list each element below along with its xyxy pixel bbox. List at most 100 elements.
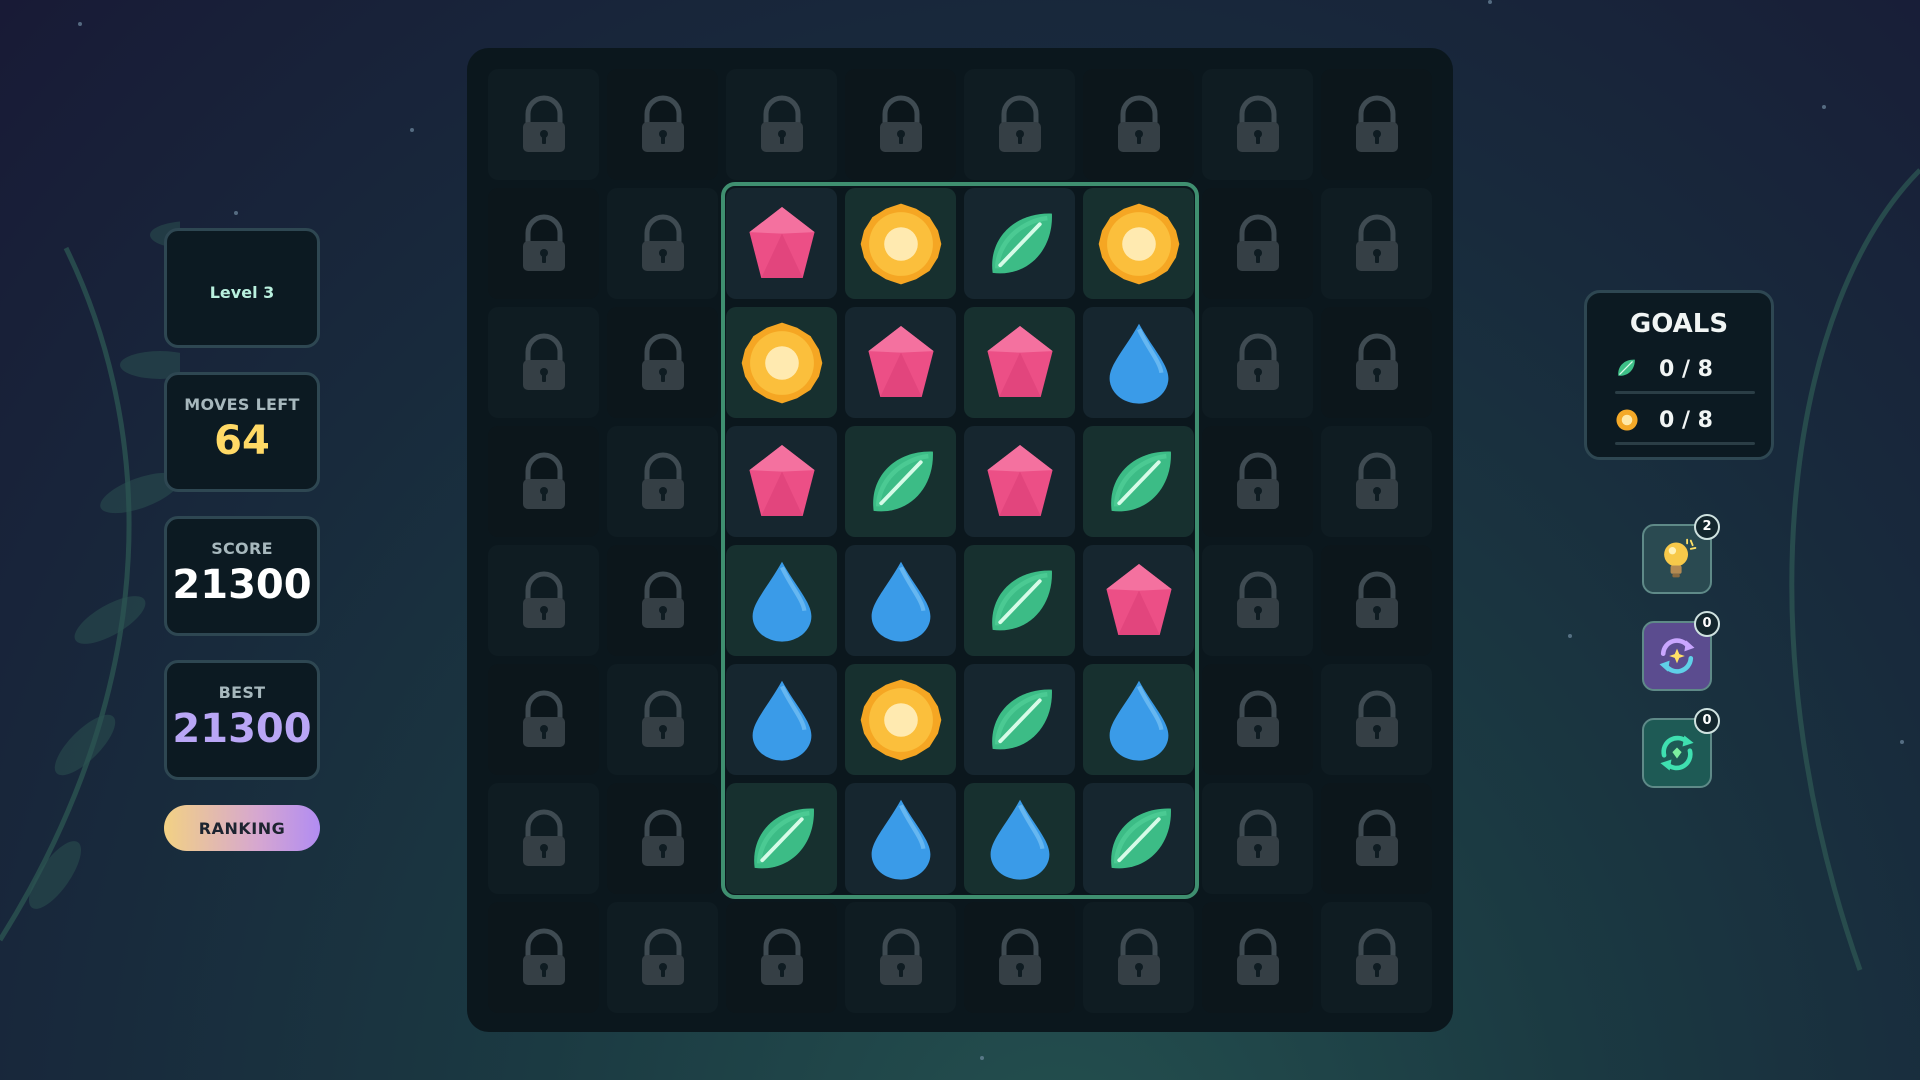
swap-booster[interactable]: 0 (1642, 611, 1720, 691)
locked-tile (488, 307, 599, 418)
locked-tile (607, 69, 718, 180)
locked-tile (607, 783, 718, 894)
padlock-icon (1233, 94, 1283, 156)
star-dot (1900, 740, 1904, 744)
locked-tile (488, 783, 599, 894)
locked-tile (607, 902, 718, 1013)
locked-tile (845, 902, 956, 1013)
goals-title: GOALS (1629, 309, 1729, 339)
goal-divider (1615, 391, 1755, 394)
locked-tile (1202, 69, 1313, 180)
coin-gem-icon (1616, 409, 1638, 431)
goal-leaf-text: 0 / 8 (1659, 357, 1713, 382)
locked-tile (726, 902, 837, 1013)
padlock-icon (519, 808, 569, 870)
moves-value: 64 (214, 418, 270, 464)
level-card: Level 3 (164, 228, 320, 348)
vine-decoration-right (1789, 168, 1920, 971)
locked-tile (1202, 188, 1313, 299)
score-value: 21300 (172, 562, 312, 608)
locked-tile (1202, 664, 1313, 775)
padlock-icon (1352, 213, 1402, 275)
padlock-icon (519, 451, 569, 513)
padlock-icon (1114, 927, 1164, 989)
booster-count-badge: 0 (1694, 611, 1720, 637)
padlock-icon (876, 927, 926, 989)
locked-tile (1321, 307, 1432, 418)
locked-tile (1083, 902, 1194, 1013)
refresh-icon (1660, 735, 1694, 771)
best-card: BEST 21300 (164, 660, 320, 780)
best-label: BEST (218, 683, 266, 702)
padlock-icon (1352, 808, 1402, 870)
locked-tile (1202, 783, 1313, 894)
padlock-icon (1233, 451, 1283, 513)
padlock-icon (995, 94, 1045, 156)
star-dot (78, 22, 82, 26)
locked-tile (1202, 545, 1313, 656)
padlock-icon (1352, 94, 1402, 156)
moves-card: MOVES LEFT 64 (164, 372, 320, 492)
ranking-button[interactable]: RANKING (164, 805, 320, 851)
star-dot (1822, 105, 1826, 109)
locked-tile (607, 545, 718, 656)
padlock-icon (1352, 332, 1402, 394)
goal-divider (1615, 442, 1755, 445)
padlock-icon (519, 570, 569, 632)
padlock-icon (638, 927, 688, 989)
padlock-icon (1233, 332, 1283, 394)
padlock-icon (1352, 689, 1402, 751)
moves-label: MOVES LEFT (184, 395, 300, 414)
swap-arrows-icon (1659, 638, 1695, 674)
padlock-icon (519, 213, 569, 275)
locked-tile (488, 426, 599, 537)
locked-tile (1321, 902, 1432, 1013)
padlock-icon (638, 332, 688, 394)
locked-tile (1321, 545, 1432, 656)
padlock-icon (757, 94, 807, 156)
score-card: SCORE 21300 (164, 516, 320, 636)
padlock-icon (638, 94, 688, 156)
locked-tile (964, 69, 1075, 180)
locked-tile (1321, 426, 1432, 537)
locked-tile (1202, 902, 1313, 1013)
padlock-icon (638, 570, 688, 632)
locked-tile (488, 902, 599, 1013)
locked-tile (726, 69, 837, 180)
star-dot (980, 1056, 984, 1060)
padlock-icon (1233, 689, 1283, 751)
locked-tile (488, 664, 599, 775)
best-value: 21300 (172, 706, 312, 752)
locked-tile (1202, 307, 1313, 418)
locked-tile (1321, 69, 1432, 180)
locked-tile (1321, 188, 1432, 299)
locked-tile (1321, 664, 1432, 775)
padlock-icon (1352, 570, 1402, 632)
shuffle-booster[interactable]: 0 (1642, 708, 1720, 788)
padlock-icon (638, 808, 688, 870)
padlock-icon (995, 927, 1045, 989)
padlock-icon (1233, 808, 1283, 870)
locked-tile (845, 69, 956, 180)
active-area-frame (721, 182, 1199, 899)
locked-tile (488, 188, 599, 299)
star-dot (1568, 634, 1572, 638)
padlock-icon (638, 689, 688, 751)
locked-tile (488, 545, 599, 656)
lightbulb-icon (1664, 538, 1697, 578)
locked-tile (607, 188, 718, 299)
goal-coin-text: 0 / 8 (1659, 408, 1713, 433)
padlock-icon (1233, 213, 1283, 275)
hint-bulb-booster[interactable]: 2 (1642, 514, 1720, 594)
padlock-icon (1352, 451, 1402, 513)
vine-decoration-left (0, 221, 180, 942)
booster-count-badge: 0 (1694, 708, 1720, 734)
score-label: SCORE (211, 539, 273, 558)
padlock-icon (876, 94, 926, 156)
star-dot (410, 128, 414, 132)
locked-tile (607, 664, 718, 775)
padlock-icon (519, 927, 569, 989)
locked-tile (607, 307, 718, 418)
padlock-icon (757, 927, 807, 989)
padlock-icon (519, 94, 569, 156)
